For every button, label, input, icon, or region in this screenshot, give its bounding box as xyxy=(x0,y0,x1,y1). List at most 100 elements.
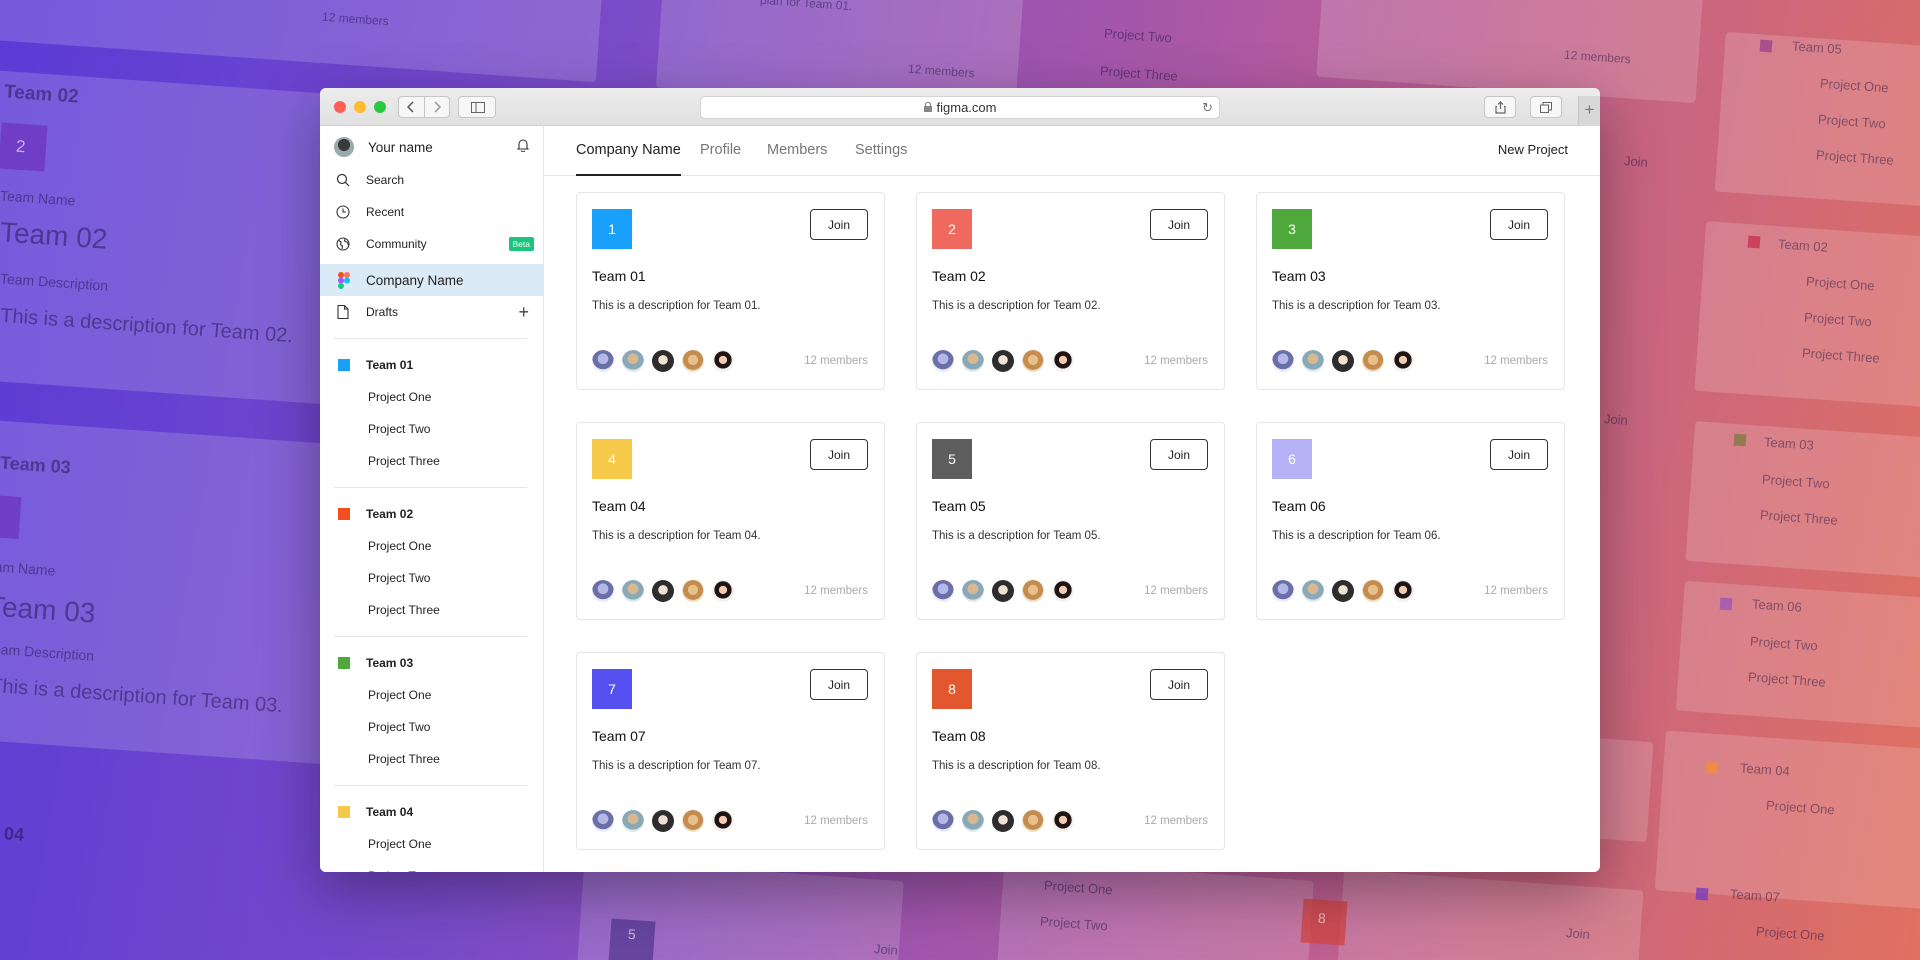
avatar xyxy=(1332,350,1354,372)
member-count: 12 members xyxy=(1484,585,1548,597)
share-icon[interactable] xyxy=(1484,96,1516,118)
tab-profile[interactable]: Profile xyxy=(700,126,741,176)
globe-icon xyxy=(334,235,352,253)
member-avatars xyxy=(592,350,734,372)
avatar xyxy=(1362,350,1384,372)
avatar xyxy=(1022,580,1044,602)
team-title: Team 03 xyxy=(1272,268,1326,284)
sidebar-item-search[interactable]: Search xyxy=(320,164,543,196)
maximize-window-button[interactable] xyxy=(374,101,386,113)
sidebar-project[interactable]: Project One xyxy=(320,530,543,562)
sidebar-item-company[interactable]: Company Name xyxy=(320,264,543,296)
add-draft-icon[interactable]: + xyxy=(518,302,529,323)
team-title: Team 08 xyxy=(932,728,986,744)
team-name: Team 04 xyxy=(366,805,414,819)
avatar xyxy=(962,580,984,602)
plus-icon[interactable]: + xyxy=(1578,96,1600,126)
sidebar-project[interactable]: Project Two xyxy=(320,562,543,594)
figma-logo-icon xyxy=(338,271,350,289)
bell-icon[interactable] xyxy=(516,138,530,155)
file-icon xyxy=(334,303,352,321)
lock-icon xyxy=(923,100,932,115)
user-profile[interactable]: Your name xyxy=(320,126,543,164)
tab-company-name[interactable]: Company Name xyxy=(576,126,681,176)
sidebar-item-community[interactable]: Community Beta xyxy=(320,228,543,260)
team-number-badge: 1 xyxy=(592,209,632,249)
address-bar[interactable]: figma.com ↻ xyxy=(700,96,1220,119)
tab-settings[interactable]: Settings xyxy=(855,126,907,176)
member-count: 12 members xyxy=(1144,585,1208,597)
sidebar-project[interactable]: Project One xyxy=(320,381,543,413)
sidebar-icon[interactable] xyxy=(458,96,496,118)
team-title: Team 07 xyxy=(592,728,646,744)
sidebar-project[interactable]: Project Three xyxy=(320,594,543,626)
team-color-icon xyxy=(338,508,350,520)
sidebar-team[interactable]: Team 02 xyxy=(320,498,543,530)
member-count: 12 members xyxy=(804,815,868,827)
avatar xyxy=(992,580,1014,602)
member-count: 12 members xyxy=(804,355,868,367)
join-button[interactable]: Join xyxy=(1150,209,1208,240)
sidebar-team-group: Team 03 Project One Project Two Project … xyxy=(320,647,543,786)
reload-icon[interactable]: ↻ xyxy=(1202,100,1213,116)
member-avatars xyxy=(592,580,734,602)
team-description: This is a description for Team 05. xyxy=(932,530,1101,542)
join-button[interactable]: Join xyxy=(1490,439,1548,470)
avatar xyxy=(1302,350,1324,372)
team-description: This is a description for Team 02. xyxy=(932,300,1101,312)
tabs-icon[interactable] xyxy=(1530,96,1562,118)
team-card: 2 Join Team 02 This is a description for… xyxy=(916,192,1225,390)
avatar xyxy=(622,810,644,832)
avatar xyxy=(992,810,1014,832)
sidebar-project[interactable]: Project Two xyxy=(320,860,543,872)
minimize-window-button[interactable] xyxy=(354,101,366,113)
team-description: This is a description for Team 04. xyxy=(592,530,761,542)
team-number-badge: 4 xyxy=(592,439,632,479)
join-button[interactable]: Join xyxy=(810,439,868,470)
team-color-icon xyxy=(338,359,350,371)
back-icon[interactable] xyxy=(399,97,424,117)
join-button[interactable]: Join xyxy=(810,669,868,700)
team-number-badge: 3 xyxy=(1272,209,1312,249)
sidebar-project[interactable]: Project Two xyxy=(320,413,543,445)
team-title: Team 01 xyxy=(592,268,646,284)
join-button[interactable]: Join xyxy=(1150,669,1208,700)
sidebar-item-drafts[interactable]: Drafts + xyxy=(320,296,543,328)
sidebar-team[interactable]: Team 01 xyxy=(320,349,543,381)
sidebar-team-group: Team 01 Project One Project Two Project … xyxy=(320,349,543,488)
sidebar-item-recent[interactable]: Recent xyxy=(320,196,543,228)
member-count: 12 members xyxy=(1144,355,1208,367)
sidebar-project[interactable]: Project Two xyxy=(320,711,543,743)
tab-members[interactable]: Members xyxy=(767,126,827,176)
divider xyxy=(334,636,527,637)
sidebar-project[interactable]: Project Three xyxy=(320,743,543,775)
team-description: This is a description for Team 08. xyxy=(932,760,1101,772)
sidebar-project[interactable]: Project One xyxy=(320,828,543,860)
sidebar-team[interactable]: Team 03 xyxy=(320,647,543,679)
browser-window: figma.com ↻ + Your name Search Recent Co… xyxy=(320,88,1600,872)
close-window-button[interactable] xyxy=(334,101,346,113)
new-project-button[interactable]: New Project xyxy=(1498,126,1568,176)
join-button[interactable]: Join xyxy=(810,209,868,240)
avatar xyxy=(1052,580,1074,602)
team-color-icon xyxy=(338,806,350,818)
avatar xyxy=(1302,580,1324,602)
url-text: figma.com xyxy=(936,100,997,115)
team-number-badge: 6 xyxy=(1272,439,1312,479)
sidebar-project[interactable]: Project Three xyxy=(320,445,543,477)
join-button[interactable]: Join xyxy=(1490,209,1548,240)
team-description: This is a description for Team 06. xyxy=(1272,530,1441,542)
member-avatars xyxy=(932,350,1074,372)
team-card: 3 Join Team 03 This is a description for… xyxy=(1256,192,1565,390)
avatar xyxy=(712,810,734,832)
sidebar-project[interactable]: Project One xyxy=(320,679,543,711)
avatar xyxy=(1392,350,1414,372)
avatar xyxy=(622,580,644,602)
member-count: 12 members xyxy=(804,585,868,597)
forward-icon[interactable] xyxy=(423,97,450,117)
avatar xyxy=(334,137,354,157)
join-button[interactable]: Join xyxy=(1150,439,1208,470)
avatar xyxy=(652,350,674,372)
sidebar-team[interactable]: Team 04 xyxy=(320,796,543,828)
team-name: Team 02 xyxy=(366,507,414,521)
